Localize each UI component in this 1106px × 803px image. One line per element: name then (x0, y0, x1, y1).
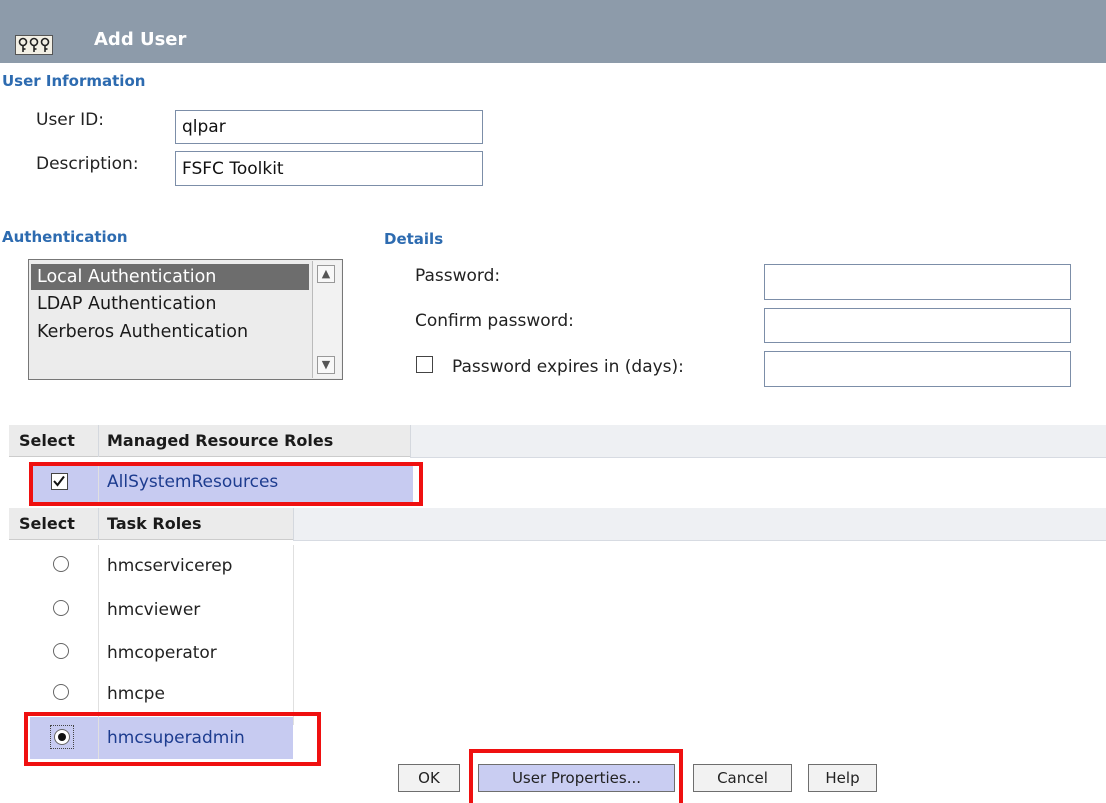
header-divider (293, 508, 294, 540)
header-divider (410, 425, 411, 457)
password-expires-checkbox[interactable] (416, 356, 433, 373)
highlight-box (24, 712, 321, 766)
hmcpe-label: hmcpe (107, 684, 165, 704)
table-header-filler (293, 508, 1106, 541)
header-divider (98, 508, 99, 540)
cancel-button[interactable]: Cancel (693, 764, 792, 792)
details-heading: Details (384, 230, 444, 248)
hmcoperator-label: hmcoperator (107, 643, 217, 663)
user-id-field[interactable] (175, 110, 483, 144)
confirm-password-label: Confirm password: (415, 311, 574, 331)
password-label: Password: (415, 266, 501, 286)
hmcservicerep-label: hmcservicerep (107, 556, 233, 576)
listbox-scrollbar[interactable]: ▲ ▼ (312, 261, 341, 378)
password-expires-field[interactable] (764, 351, 1071, 387)
auth-option-local[interactable]: Local Authentication (31, 264, 309, 290)
header-divider (98, 425, 99, 457)
select-column-header: Select (19, 431, 75, 450)
hmcservicerep-radio[interactable] (53, 556, 69, 572)
password-field[interactable] (764, 264, 1071, 300)
select-column-header: Select (19, 514, 75, 533)
window-title: Add User (94, 29, 187, 50)
authentication-listbox[interactable]: Local Authentication LDAP Authentication… (28, 259, 343, 380)
description-label: Description: (36, 154, 139, 174)
highlight-box (469, 749, 683, 803)
hmcviewer-radio[interactable] (53, 600, 69, 616)
column-divider (293, 545, 294, 725)
user-information-heading: User Information (2, 72, 146, 90)
keys-icon (15, 35, 53, 55)
hmcpe-radio[interactable] (53, 684, 69, 700)
help-button[interactable]: Help (808, 764, 877, 792)
ok-button[interactable]: OK (398, 764, 460, 792)
auth-option-ldap[interactable]: LDAP Authentication (31, 291, 309, 317)
auth-option-kerberos[interactable]: Kerberos Authentication (31, 319, 309, 345)
task-roles-column-header: Task Roles (107, 514, 202, 533)
authentication-heading: Authentication (2, 228, 128, 246)
managed-roles-column-header: Managed Resource Roles (107, 431, 334, 450)
hmcviewer-label: hmcviewer (107, 600, 201, 620)
user-id-label: User ID: (36, 110, 104, 130)
table-header-filler (410, 425, 1106, 458)
scroll-down-icon[interactable]: ▼ (317, 356, 335, 374)
column-divider (98, 545, 99, 725)
highlight-box (29, 462, 423, 506)
description-field[interactable] (175, 151, 483, 186)
hmcoperator-radio[interactable] (53, 643, 69, 659)
confirm-password-field[interactable] (764, 308, 1071, 343)
password-expires-label: Password expires in (days): (452, 357, 684, 377)
scroll-up-icon[interactable]: ▲ (317, 265, 335, 283)
